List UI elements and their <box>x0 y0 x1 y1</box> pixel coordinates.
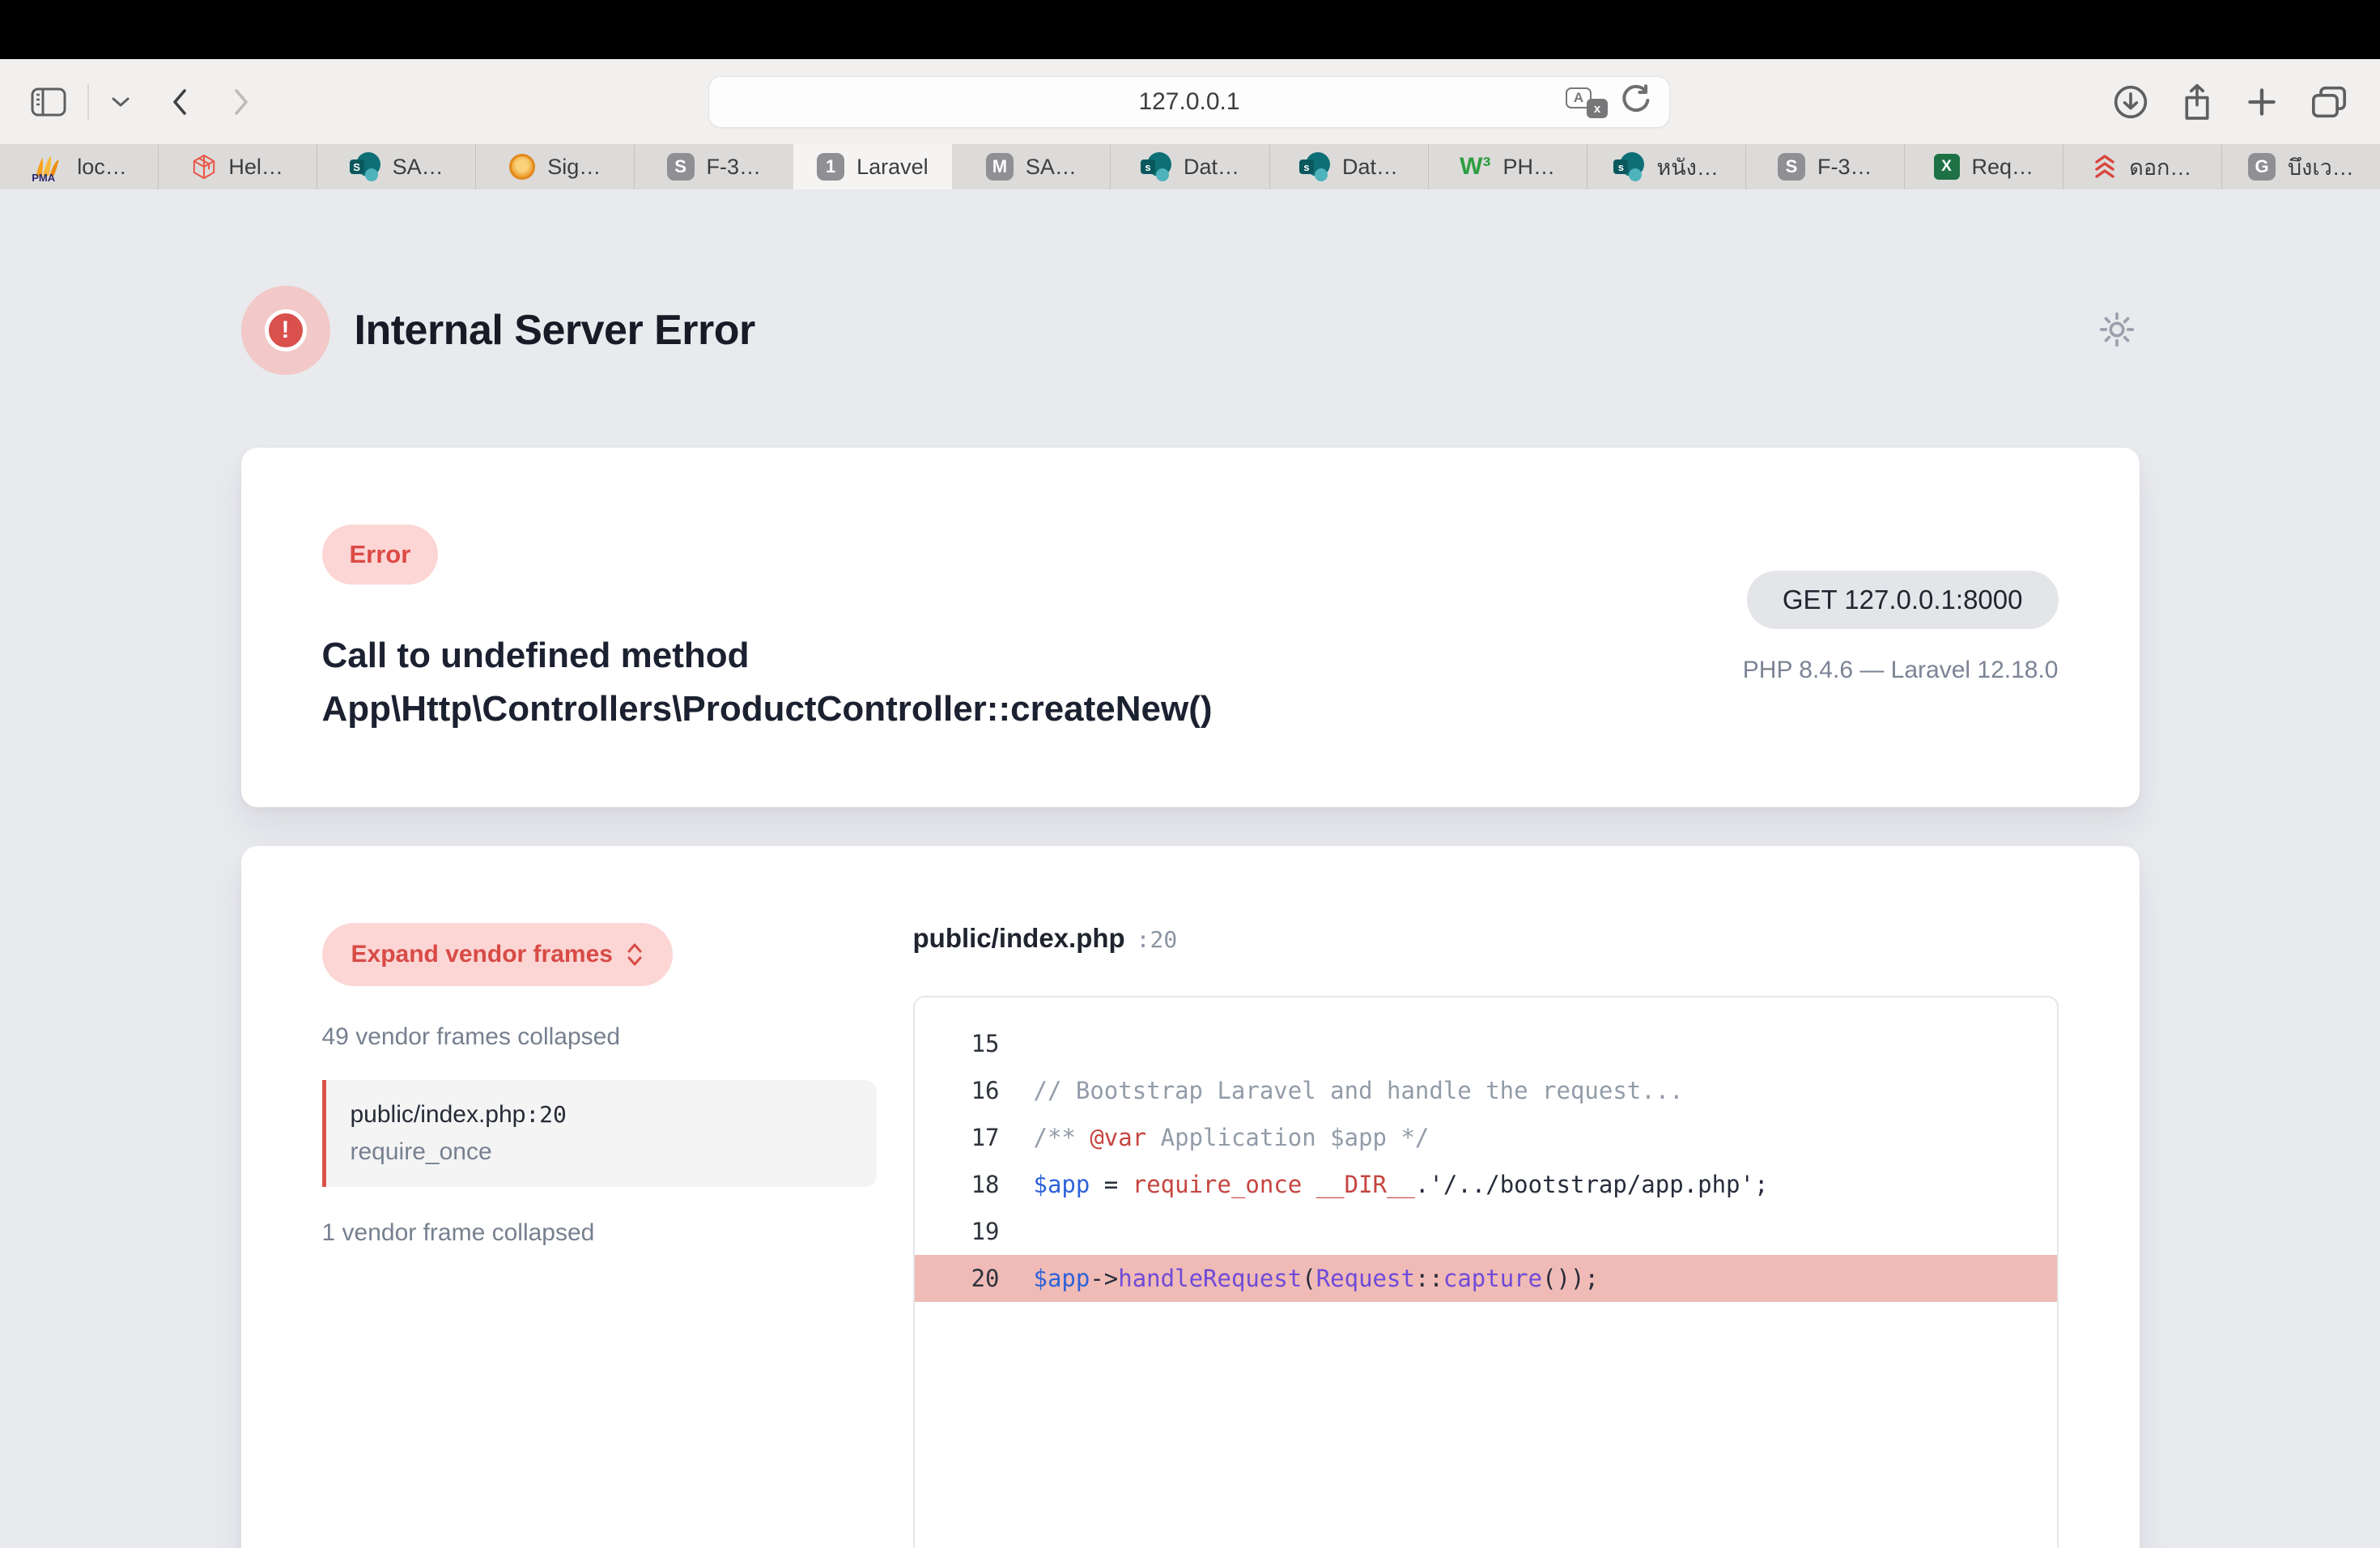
file-path: public/index.php <box>913 923 1125 954</box>
browser-tab[interactable]: X Req… <box>1905 144 2063 189</box>
browser-tab[interactable]: Hel… <box>159 144 317 189</box>
code-line-20: 20$app->handleRequest(Request::capture()… <box>915 1255 2057 1302</box>
frames-sidebar: Expand vendor frames 49 vendor frames co… <box>322 923 877 1548</box>
code-line-15: 15 <box>915 1020 2057 1067</box>
browser-tab[interactable]: ดอก… <box>2063 144 2222 189</box>
frame-file: public/index.php:20 <box>351 1101 852 1129</box>
letter-icon: G <box>2248 153 2276 181</box>
browser-tab[interactable]: Sig… <box>476 144 635 189</box>
request-badge: GET 127.0.0.1:8000 <box>1747 571 2059 629</box>
tab-label: Laravel <box>856 155 929 180</box>
browser-tab[interactable]: S SA… <box>317 144 476 189</box>
tab-label: PH… <box>1502 155 1555 180</box>
line-number: 18 <box>915 1171 1000 1198</box>
error-alert-icon: ! <box>241 286 330 375</box>
frame-function: require_once <box>351 1138 852 1166</box>
forward-button-icon[interactable] <box>230 86 253 118</box>
tab-strip: PMA loc… Hel… S SA… Sig… S F-3… 1 Laravel M SA… s Dat… <box>0 144 2380 189</box>
version-info: PHP 8.4.6 — Laravel 12.18.0 <box>1743 657 2059 684</box>
share-icon[interactable] <box>2181 83 2213 121</box>
code-block: 15 16// Bootstrap Laravel and handle the … <box>913 996 2059 1548</box>
code-line-19: 19 <box>915 1208 2057 1255</box>
laravel-icon <box>192 154 216 180</box>
laravel-error-page: ! Internal Server Error Error Call to un… <box>0 189 2380 1548</box>
tab-label: Sig… <box>547 155 601 180</box>
letter-icon: 1 <box>817 153 844 181</box>
file-line-number: :20 <box>1137 926 1178 953</box>
letter-icon: S <box>1778 153 1805 181</box>
url-text: 127.0.0.1 <box>1138 88 1239 116</box>
line-number: 20 <box>915 1265 1000 1292</box>
code-line-17: 17/** @var Application $app */ <box>915 1114 2057 1161</box>
browser-tab[interactable]: G บึงเว… <box>2222 144 2380 189</box>
new-tab-icon[interactable] <box>2246 86 2278 118</box>
sidebar-toggle-icon[interactable] <box>31 87 66 117</box>
stack-trace-card: Expand vendor frames 49 vendor frames co… <box>241 846 2140 1548</box>
w3-icon: W³ <box>1460 153 1490 181</box>
back-button-icon[interactable] <box>168 86 191 118</box>
line-number: 17 <box>915 1124 1000 1151</box>
sharepoint-icon: s <box>1613 152 1644 181</box>
line-number: 19 <box>915 1218 1000 1245</box>
chevron-up-down-icon <box>626 941 644 968</box>
tab-label: Dat… <box>1184 155 1239 180</box>
browser-tab[interactable]: S F-3… <box>635 144 793 189</box>
tab-label: loc… <box>77 155 127 180</box>
browser-tab[interactable]: PMA loc… <box>0 144 159 189</box>
browser-tab[interactable]: s Dat… <box>1111 144 1269 189</box>
expand-vendor-frames-button[interactable]: Expand vendor frames <box>322 923 673 986</box>
browser-tab[interactable]: s Dat… <box>1270 144 1429 189</box>
tab-overview-icon[interactable] <box>2310 85 2348 119</box>
browser-tab[interactable]: s หนัง… <box>1587 144 1746 189</box>
downloads-icon[interactable] <box>2113 84 2148 120</box>
browser-toolbar: 127.0.0.1 A x <box>0 59 2380 144</box>
error-summary-card: Error Call to undefined method App\Http\… <box>241 448 2140 807</box>
tab-label: SA… <box>393 155 444 180</box>
code-file-header: public/index.php :20 <box>913 923 2059 954</box>
code-preview-pane: public/index.php :20 15 16// Bootstrap La… <box>913 923 2059 1548</box>
toolbar-divider <box>87 84 89 120</box>
tab-label: บึงเว… <box>2288 150 2354 185</box>
stack-frame-item[interactable]: public/index.php:20 require_once <box>322 1080 877 1187</box>
theme-toggle-sun-icon[interactable] <box>2099 312 2135 350</box>
tab-label: F-3… <box>707 155 762 180</box>
sidebar-chevron-down-icon[interactable] <box>110 95 131 109</box>
collapsed-frames-note: 1 vendor frame collapsed <box>322 1219 877 1247</box>
page-header: ! Internal Server Error <box>241 189 2140 375</box>
letter-icon: S <box>667 153 695 181</box>
macos-menubar-black <box>0 0 2380 59</box>
browser-tab[interactable]: M SA… <box>952 144 1111 189</box>
browser-tab[interactable]: W³ PH… <box>1429 144 1587 189</box>
translate-icon[interactable]: A x <box>1566 86 1608 118</box>
line-number: 16 <box>915 1077 1000 1104</box>
excel-icon: X <box>1934 154 1960 180</box>
tab-label: Dat… <box>1342 155 1398 180</box>
page-title: Internal Server Error <box>355 306 755 355</box>
collapsed-frames-note: 49 vendor frames collapsed <box>322 1023 877 1051</box>
reload-icon[interactable] <box>1619 83 1651 122</box>
sharepoint-icon: s <box>1141 152 1171 181</box>
error-message: Call to undefined method App\Http\Contro… <box>322 629 1504 736</box>
tab-label: ดอก… <box>2129 150 2191 185</box>
browser-tab[interactable]: 1 Laravel <box>793 144 952 189</box>
pma-icon: PMA <box>31 152 65 181</box>
chevrons-icon <box>2093 154 2117 180</box>
code-line-16: 16// Bootstrap Laravel and handle the re… <box>915 1067 2057 1114</box>
address-bar[interactable]: 127.0.0.1 A x <box>708 76 1670 128</box>
sharepoint-icon: S <box>350 152 380 181</box>
tab-label: Req… <box>1972 155 2034 180</box>
tab-label: SA… <box>1026 155 1077 180</box>
tab-label: F-3… <box>1817 155 1872 180</box>
browser-tab[interactable]: S F-3… <box>1746 144 1905 189</box>
medallion-icon <box>509 154 535 180</box>
sharepoint-icon: s <box>1299 152 1330 181</box>
tab-label: Hel… <box>228 155 283 180</box>
line-number: 15 <box>915 1030 1000 1057</box>
code-line-18: 18$app = require_once __DIR__.'/../boots… <box>915 1161 2057 1208</box>
error-badge: Error <box>322 525 439 585</box>
tab-label: หนัง… <box>1656 150 1718 185</box>
letter-icon: M <box>986 153 1014 181</box>
